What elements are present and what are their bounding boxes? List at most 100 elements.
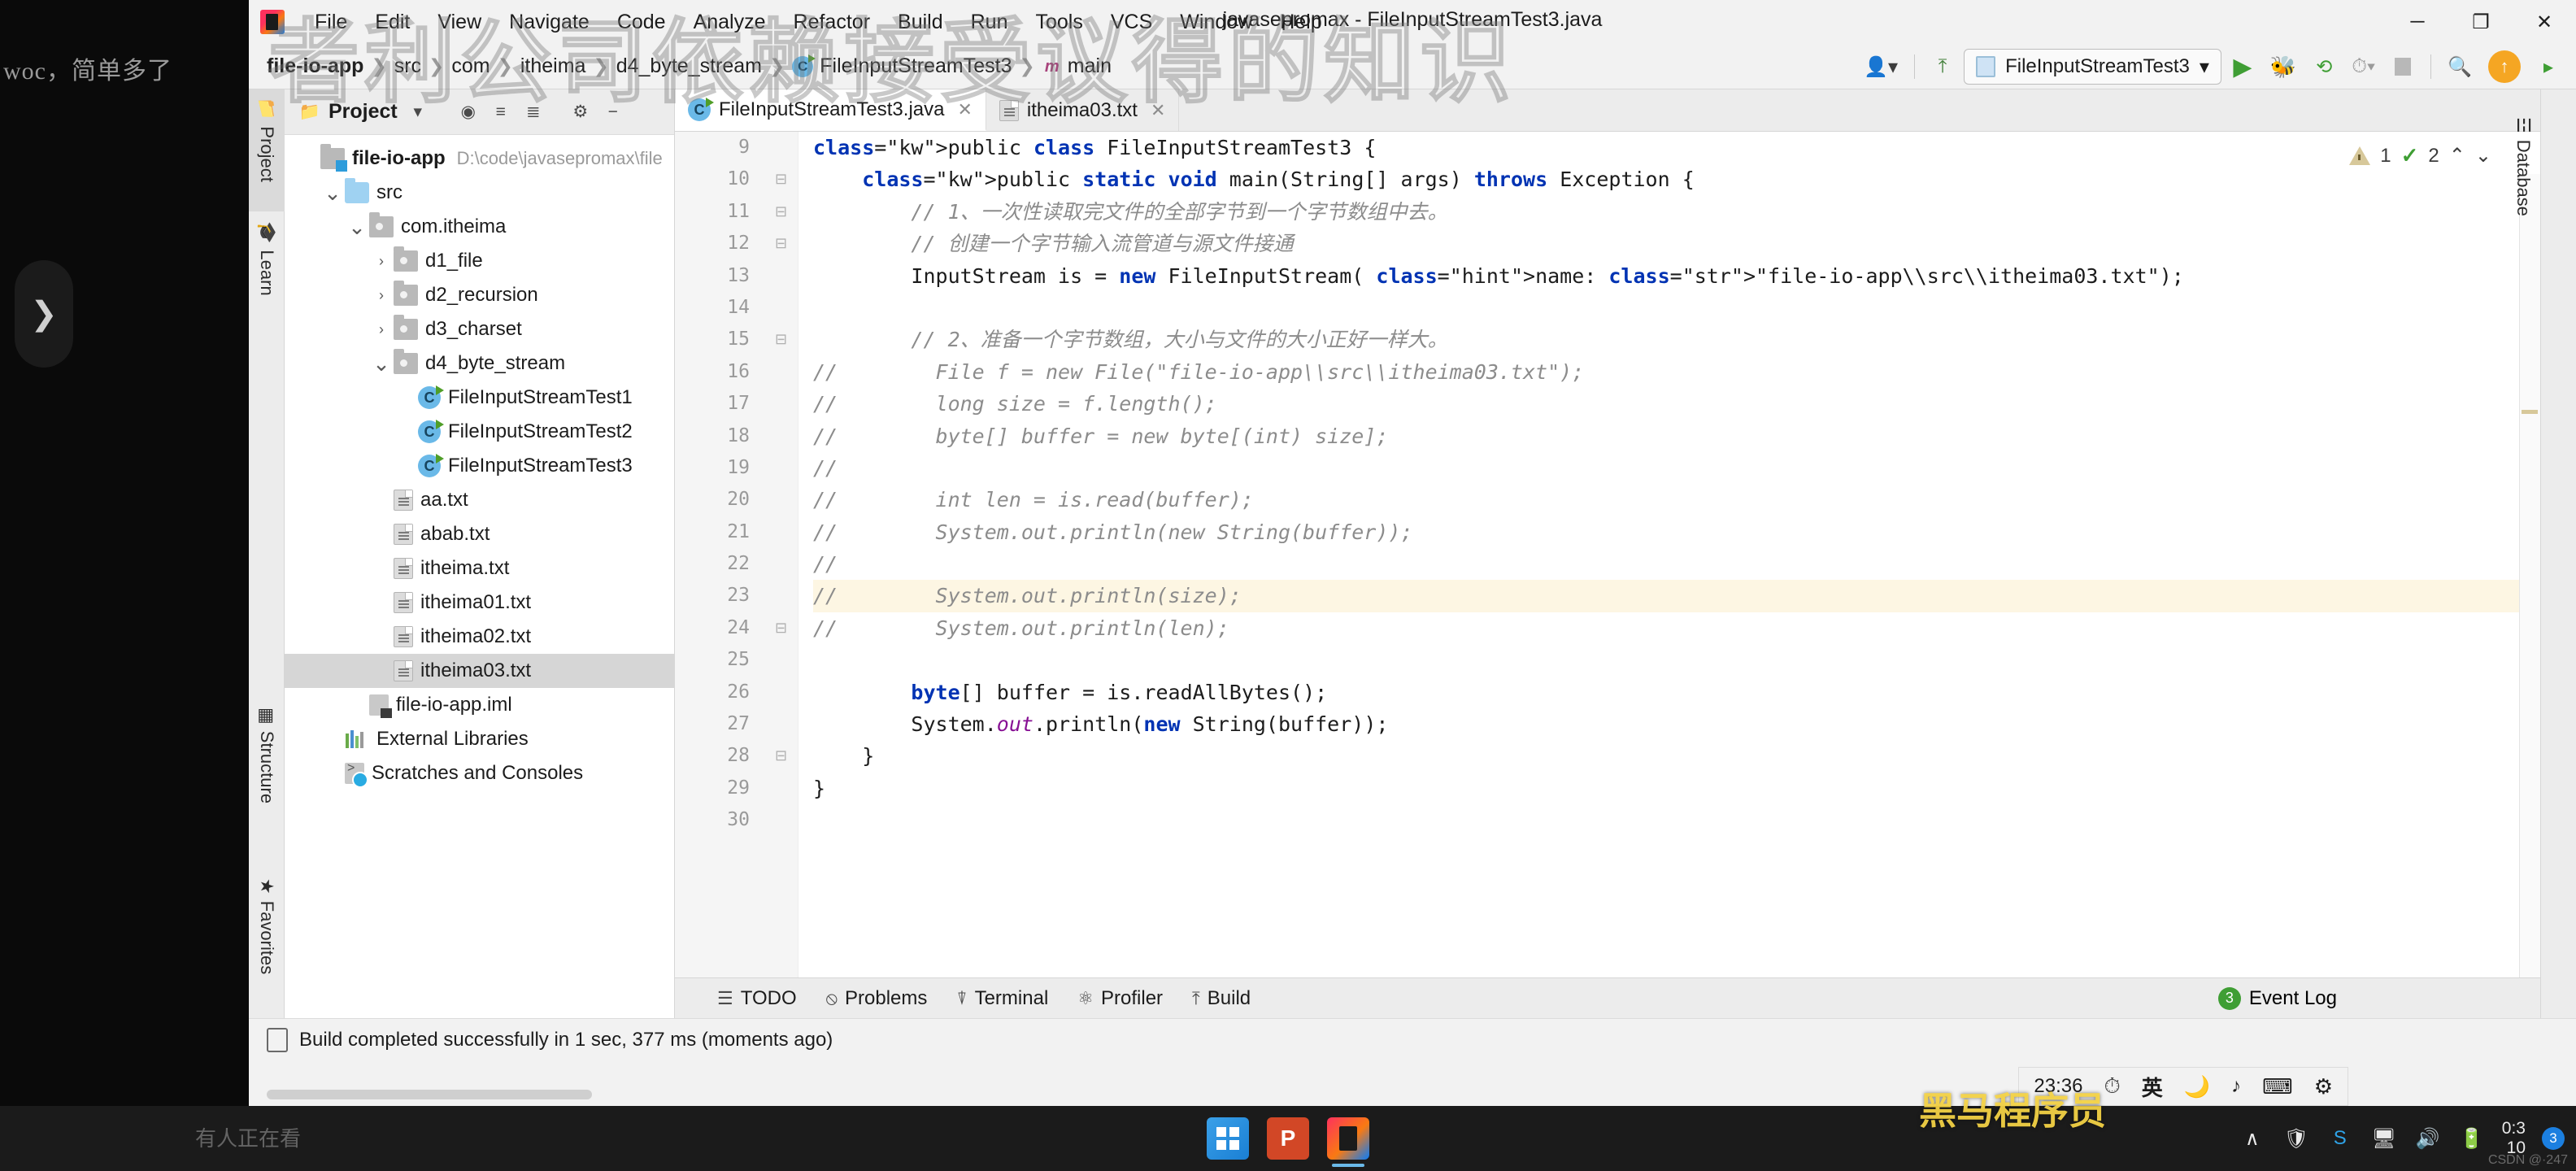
fold-toggle-icon[interactable]: ⊟	[764, 324, 798, 355]
tool-window-profiler[interactable]: ⚛ Profiler	[1077, 987, 1163, 1010]
code-line[interactable]	[813, 804, 2540, 836]
search-everywhere-icon[interactable]: 🔍	[2441, 49, 2478, 85]
powerpoint-icon[interactable]: P	[1267, 1117, 1309, 1160]
fold-toggle-icon[interactable]: ⊟	[764, 612, 798, 644]
keyboard-icon[interactable]: ⌨	[2262, 1074, 2293, 1099]
taskbar-clock[interactable]: 0:3 10	[2502, 1119, 2526, 1158]
hammer-icon[interactable]: ⤒	[1925, 49, 1960, 85]
gear-icon[interactable]: ⚙	[2314, 1074, 2333, 1099]
moon-icon[interactable]: 🌙	[2184, 1074, 2210, 1099]
tree-item-src[interactable]: ⌄ src	[285, 176, 674, 210]
tab-fileinputstreamtest3-java[interactable]: C FileInputStreamTest3.java ✕	[675, 89, 986, 131]
fold-toggle-icon[interactable]: ⊟	[764, 163, 798, 195]
tree-item-file-io-app[interactable]: file-io-app D:\code\javasepromax\file	[285, 141, 674, 176]
code-line[interactable]: // 创建一个字节输入流管道与源文件接通	[813, 228, 2540, 259]
tree-item-fileinputstreamtest3[interactable]: C FileInputStreamTest3	[285, 449, 674, 483]
windows-start-icon[interactable]	[1207, 1117, 1249, 1160]
chevron-up-icon[interactable]: ∧	[2239, 1125, 2266, 1152]
chevron-down-icon[interactable]: ⌄	[320, 182, 345, 203]
breadcrumb-item-class[interactable]: FileInputStreamTest3	[820, 54, 1012, 78]
stop-icon[interactable]	[2385, 49, 2421, 85]
tree-item-d4-byte-stream[interactable]: ⌄ d4_byte_stream	[285, 346, 674, 381]
chevron-down-icon[interactable]: ⌄	[369, 353, 394, 374]
tray-shield-icon[interactable]: 🛡	[2282, 1125, 2310, 1152]
sidebar-item-favorites[interactable]: ★ Favorites	[249, 870, 285, 1025]
event-log-button[interactable]: 3 Event Log	[2217, 986, 2337, 1010]
open-in-browser-icon[interactable]: ▸	[2530, 49, 2566, 85]
breadcrumb-item-project[interactable]: file-io-app	[267, 54, 363, 78]
hide-icon[interactable]: −	[599, 98, 627, 126]
code-line[interactable]: }	[813, 740, 2540, 772]
breadcrumb-item-itheima[interactable]: itheima	[520, 54, 586, 78]
close-button[interactable]: ✕	[2513, 0, 2576, 44]
code-line[interactable]: // System.out.println(new String(buffer)…	[813, 516, 2540, 548]
tray-battery-icon[interactable]: 🔋	[2458, 1125, 2486, 1152]
menu-item-vcs[interactable]: VCS	[1097, 9, 1166, 36]
menu-item-navigate[interactable]: Navigate	[495, 9, 603, 36]
debug-bug-icon[interactable]: 🐝	[2264, 49, 2303, 85]
project-tree-scrollbar[interactable]	[267, 1090, 592, 1099]
editor-marker-bar[interactable]	[2519, 174, 2540, 977]
tree-item-d1-file[interactable]: › d1_file	[285, 244, 674, 278]
tree-item-d2-recursion[interactable]: › d2_recursion	[285, 278, 674, 312]
menu-item-analyze[interactable]: Analyze	[680, 9, 780, 36]
menu-item-window[interactable]: Window	[1166, 9, 1266, 36]
prev-problem-icon[interactable]: ⌃	[2449, 144, 2465, 168]
ime-language-label[interactable]: 英	[2142, 1072, 2163, 1102]
sidebar-item-project[interactable]: 📁 Project	[249, 89, 285, 211]
close-icon[interactable]: ✕	[957, 99, 972, 120]
tree-item-abab-txt[interactable]: abab.txt	[285, 517, 674, 551]
tree-item-aa-txt[interactable]: aa.txt	[285, 483, 674, 517]
tray-network-icon[interactable]: 🖥	[2370, 1125, 2398, 1152]
speed-gauge-icon[interactable]: ⏱	[2104, 1073, 2120, 1099]
project-view-select-icon[interactable]: ◉	[455, 98, 482, 126]
code-line[interactable]: }	[813, 773, 2540, 804]
code-line[interactable]: class="kw">public class FileInputStreamT…	[813, 132, 2540, 163]
minimize-button[interactable]: ─	[2386, 0, 2449, 44]
code-content[interactable]: class="kw">public class FileInputStreamT…	[798, 132, 2540, 977]
tray-sogou-icon[interactable]: S	[2326, 1125, 2354, 1152]
breadcrumb-item-src[interactable]: src	[394, 54, 421, 78]
user-account-icon[interactable]: 👤▾	[1857, 49, 1904, 85]
close-icon[interactable]: ✕	[1151, 100, 1165, 121]
fold-toggle-icon[interactable]: ⊟	[764, 740, 798, 772]
code-line[interactable]: // System.out.println(len);	[813, 612, 2540, 644]
tree-item-itheima01-txt[interactable]: itheima01.txt	[285, 586, 674, 620]
chevron-right-icon[interactable]: ›	[369, 287, 394, 304]
chevron-down-icon[interactable]: ▾	[404, 98, 432, 126]
inspection-widget[interactable]: 1 ✓ 2 ⌃ ⌄	[2349, 143, 2491, 168]
code-line[interactable]	[813, 644, 2540, 676]
code-line[interactable]: // int len = is.read(buffer);	[813, 484, 2540, 516]
code-line[interactable]: class="kw">public static void main(Strin…	[813, 163, 2540, 195]
fold-toggle-icon[interactable]: ⊟	[764, 228, 798, 259]
chevron-right-icon[interactable]: ›	[369, 253, 394, 270]
code-line[interactable]: //	[813, 452, 2540, 484]
project-tree[interactable]: file-io-app D:\code\javasepromax\file ⌄ src…	[285, 135, 674, 1018]
menu-item-code[interactable]: Code	[603, 9, 680, 36]
code-line[interactable]: // System.out.println(size);	[813, 580, 2540, 612]
update-project-icon[interactable]: ↑	[2482, 49, 2527, 85]
code-editor[interactable]: 9▶10▶11121314151617181920212223242526272…	[675, 132, 2540, 977]
code-line[interactable]: // 1、一次性读取完文件的全部字节到一个字节数组中去。	[813, 196, 2540, 228]
fold-toggle-icon[interactable]: ⊟	[764, 196, 798, 228]
run-configuration-selector[interactable]: FileInputStreamTest3 ▾	[1964, 49, 2221, 85]
tool-window-problems[interactable]: ⦸ Problems	[826, 987, 928, 1010]
code-line[interactable]: // 2、准备一个字节数组，大小与文件的大小正好一样大。	[813, 324, 2540, 355]
profile-icon[interactable]: ⏱▾	[2345, 49, 2382, 85]
menu-item-edit[interactable]: Edit	[361, 9, 424, 36]
expand-icon[interactable]: ≣	[520, 98, 547, 126]
settings-gear-icon[interactable]: ⚙	[567, 98, 594, 126]
menu-item-build[interactable]: Build	[884, 9, 957, 36]
tree-item-itheima03-txt[interactable]: itheima03.txt	[285, 654, 674, 688]
tree-item-fileinputstreamtest2[interactable]: C FileInputStreamTest2	[285, 415, 674, 449]
run-play-icon[interactable]: ▶	[2225, 49, 2261, 85]
menu-item-help[interactable]: Help	[1266, 9, 1335, 36]
code-line[interactable]: byte[] buffer = is.readAllBytes();	[813, 677, 2540, 708]
menu-item-run[interactable]: Run	[957, 9, 1022, 36]
breadcrumb-item-com[interactable]: com	[451, 54, 490, 78]
tree-item-com-itheima[interactable]: ⌄ com.itheima	[285, 210, 674, 244]
menu-item-tools[interactable]: Tools	[1021, 9, 1096, 36]
code-line[interactable]: //	[813, 548, 2540, 580]
breadcrumb-item-main[interactable]: main	[1068, 54, 1112, 78]
run-with-coverage-icon[interactable]: ⟲	[2306, 49, 2342, 85]
